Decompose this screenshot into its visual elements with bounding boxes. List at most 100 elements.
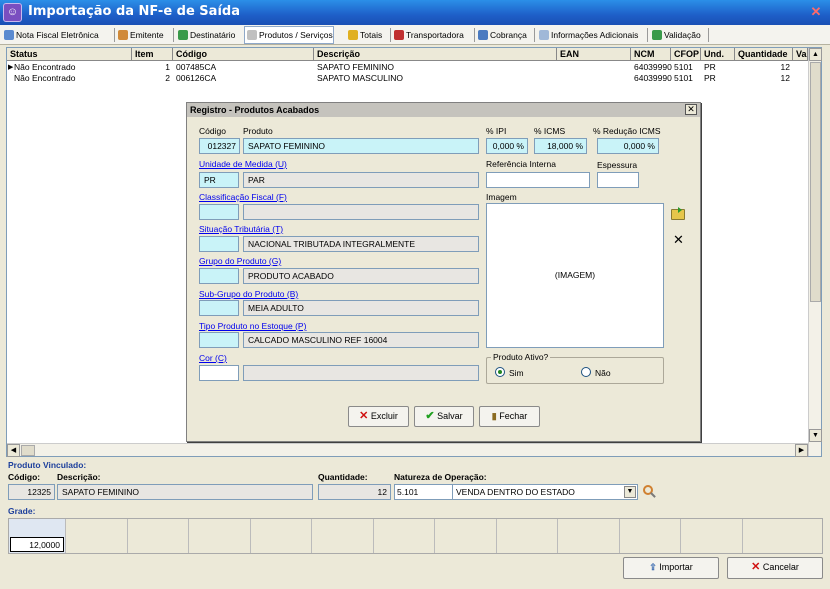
tab-nota-fiscal[interactable]: Nota Fiscal Eletrônica <box>2 27 99 43</box>
pen-icon <box>478 30 488 40</box>
produto-label: Produto <box>243 126 273 136</box>
ipi-field[interactable]: 0,000 % <box>486 138 528 154</box>
check-icon <box>652 30 662 40</box>
sim-radio[interactable] <box>495 367 505 377</box>
classificacao-code-field[interactable] <box>199 204 239 220</box>
natureza-code: 5.101 <box>397 487 419 497</box>
vinculado-descricao-field: SAPATO FEMININO <box>57 484 313 500</box>
product-dialog: Registro - Produtos Acabados ✕ Código Pr… <box>186 102 701 442</box>
natureza-select[interactable]: 5.101 VENDA DENTRO DO ESTADO ▼ <box>394 484 638 500</box>
window-title: Importação da NF-e de Saída <box>28 4 240 19</box>
grade-value-field[interactable]: 12,0000 <box>10 537 64 552</box>
tab-destinatario[interactable]: Destinatário <box>176 27 235 43</box>
delete-image-icon[interactable]: ✕ <box>673 233 684 246</box>
tipo-code-field[interactable] <box>199 332 239 348</box>
scroll-up-icon[interactable]: ▲ <box>809 48 822 61</box>
situacao-desc-field: NACIONAL TRIBUTADA INTEGRALMENTE <box>243 236 479 252</box>
horizontal-scrollbar[interactable]: ◀ ▶ <box>7 443 808 457</box>
table-row[interactable]: ▶ Não Encontrado 1 007485CA SAPATO FEMIN… <box>7 62 807 73</box>
search-icon-handle <box>650 492 656 498</box>
imagem-box[interactable]: (IMAGEM) <box>486 203 664 348</box>
col-codigo[interactable]: Código <box>173 48 314 61</box>
open-folder-icon[interactable] <box>671 207 685 220</box>
subgrupo-link[interactable]: Sub-Grupo do Produto (B) <box>199 289 298 299</box>
scroll-left-icon[interactable]: ◀ <box>7 444 20 457</box>
tab-totais[interactable]: Totais <box>346 27 382 43</box>
tab-cobranca[interactable]: Cobrança <box>476 27 527 43</box>
unidade-code-field[interactable]: PR <box>199 172 239 188</box>
scroll-thumb[interactable] <box>21 445 35 456</box>
table-row[interactable]: Não Encontrado 2 006126CA SAPATO MASCULI… <box>7 73 807 84</box>
col-ean[interactable]: EAN <box>557 48 631 61</box>
grade-grid[interactable]: 12,0000 <box>8 518 823 554</box>
col-status[interactable]: Status <box>7 48 132 61</box>
close-icon[interactable]: ✕ <box>685 104 697 115</box>
unidade-link[interactable]: Unidade de Medida (U) <box>199 159 287 169</box>
tab-emitente[interactable]: Emitente <box>116 27 164 43</box>
codigo-label: Código: <box>8 472 41 482</box>
tab-validacao[interactable]: Validação <box>650 27 701 43</box>
produto-field[interactable]: SAPATO FEMININO <box>243 138 479 154</box>
tab-produtos-servicos[interactable]: Produtos / Serviços <box>244 26 334 44</box>
scroll-right-icon[interactable]: ▶ <box>795 444 808 457</box>
reducao-field[interactable]: 0,000 % <box>597 138 659 154</box>
subgrupo-code-field[interactable] <box>199 300 239 316</box>
tab-transportadora[interactable]: Transportadora <box>392 27 464 43</box>
quantidade-label: Quantidade: <box>318 472 368 482</box>
fechar-button[interactable]: ▮ Fechar <box>479 406 540 427</box>
cor-desc-field <box>243 365 479 381</box>
salvar-button[interactable]: ✔ Salvar <box>414 406 474 427</box>
espessura-label: Espessura <box>597 160 638 170</box>
reducao-label: % Redução ICMS <box>593 126 661 136</box>
col-cfop[interactable]: CFOP <box>671 48 701 61</box>
document-icon <box>4 30 14 40</box>
cancelar-button[interactable]: ✕ Cancelar <box>727 557 823 579</box>
col-und[interactable]: Und. <box>701 48 735 61</box>
referencia-label: Referência Interna <box>486 159 556 169</box>
classificacao-link[interactable]: Classificação Fiscal (F) <box>199 192 287 202</box>
produto-ativo-label: Produto Ativo? <box>491 352 551 362</box>
coins-icon <box>348 30 358 40</box>
col-quantidade[interactable]: Quantidade <box>735 48 793 61</box>
scroll-thumb[interactable] <box>810 62 821 302</box>
tipo-link[interactable]: Tipo Produto no Estoque (P) <box>199 321 306 331</box>
door-icon: ▮ <box>491 411 497 421</box>
tab-informacoes-adicionais[interactable]: Informações Adicionais <box>537 27 638 43</box>
grupo-code-field[interactable] <box>199 268 239 284</box>
grupo-link[interactable]: Grupo do Produto (G) <box>199 256 281 266</box>
vertical-scrollbar[interactable]: ▲ ▼ <box>808 48 822 456</box>
truck-icon <box>394 30 404 40</box>
codigo-label: Código <box>199 126 226 136</box>
situacao-link[interactable]: Situação Tributária (T) <box>199 224 283 234</box>
tab-bar: Nota Fiscal Eletrônica Emitente Destinat… <box>0 25 830 45</box>
col-ncm[interactable]: NCM <box>631 48 671 61</box>
scroll-down-icon[interactable]: ▼ <box>809 429 822 442</box>
imagem-placeholder: (IMAGEM) <box>554 270 596 280</box>
chevron-down-icon[interactable]: ▼ <box>624 486 636 498</box>
subgrupo-desc-field: MEIA ADULTO <box>243 300 479 316</box>
app-icon: ☺ <box>3 3 22 22</box>
cor-link[interactable]: Cor (C) <box>199 353 227 363</box>
cor-code-field[interactable] <box>199 365 239 381</box>
page-icon <box>539 30 549 40</box>
situacao-code-field[interactable] <box>199 236 239 252</box>
codigo-field[interactable]: 012327 <box>199 138 240 154</box>
grid-header: Status Item Código Descrição EAN NCM CFO… <box>7 48 808 61</box>
person-icon <box>178 30 188 40</box>
importar-button[interactable]: ⇪ Importar <box>623 557 719 579</box>
espessura-field[interactable] <box>597 172 639 188</box>
col-val[interactable]: Val <box>793 48 808 61</box>
icms-field[interactable]: 18,000 % <box>534 138 587 154</box>
col-descricao[interactable]: Descrição <box>314 48 557 61</box>
descricao-label: Descrição: <box>57 472 101 482</box>
nao-radio[interactable] <box>581 367 591 377</box>
vinculado-title: Produto Vinculado: <box>8 460 87 470</box>
excluir-button[interactable]: ✕ Excluir <box>348 406 409 427</box>
close-icon[interactable]: ✕ <box>806 3 826 21</box>
vinculado-codigo-field: 12325 <box>8 484 55 500</box>
col-item[interactable]: Item <box>132 48 173 61</box>
referencia-field[interactable] <box>486 172 590 188</box>
classificacao-desc-field <box>243 204 479 220</box>
person-icon <box>118 30 128 40</box>
natureza-label: Natureza de Operação: <box>394 472 487 482</box>
